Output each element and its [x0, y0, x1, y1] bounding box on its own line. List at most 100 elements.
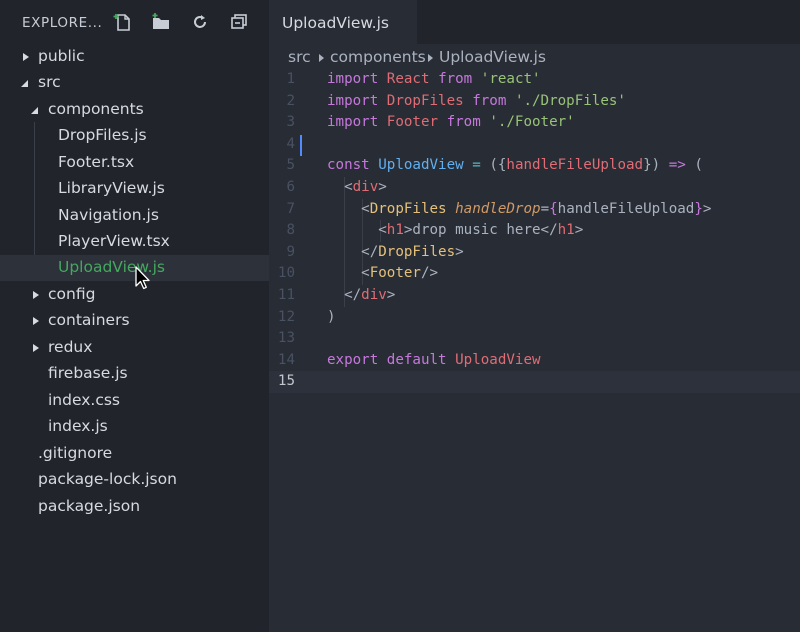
line-number: 3	[286, 114, 295, 131]
code-token: export	[327, 351, 379, 368]
tree-label: index.js	[48, 417, 108, 435]
line-number: 7	[286, 200, 295, 217]
tree-file-libraryview[interactable]: LibraryView.js	[0, 176, 269, 202]
code-token: )	[327, 308, 336, 325]
code-token: UploadView	[378, 157, 464, 174]
code-line[interactable]: 3 import Footer from './Footer'	[269, 112, 800, 134]
new-file-icon[interactable]	[113, 12, 133, 32]
tree-file-index-css[interactable]: index.css	[0, 388, 269, 414]
code-text: <Footer/>	[327, 265, 438, 281]
tree-label: components	[48, 100, 144, 118]
chevron-right-icon	[428, 54, 433, 62]
editor-pane: UploadView.js src components UploadView.…	[269, 0, 800, 632]
code-line[interactable]: 5 const UploadView = ({handleFileUpload})…	[269, 155, 800, 177]
code-token: default	[386, 351, 447, 368]
collapse-all-icon[interactable]	[229, 12, 249, 32]
line-number: 11	[277, 287, 295, 303]
code-token: >	[702, 200, 712, 217]
tree-label: PlayerView.tsx	[58, 232, 170, 250]
line-number: 12	[277, 308, 295, 325]
code-line[interactable]: 10 <Footer/>	[269, 263, 800, 285]
code-token: >drop music here</	[403, 222, 558, 239]
code-line[interactable]: 15	[269, 371, 800, 393]
tree-file-playerview[interactable]: PlayerView.tsx	[0, 229, 269, 255]
tree-label: .gitignore	[38, 444, 113, 462]
tree-file-index-js[interactable]: index.js	[0, 414, 269, 440]
tree-label: containers	[48, 311, 130, 329]
code-token: DropFiles	[378, 243, 456, 260]
code-token: >	[574, 222, 584, 239]
tree-folder-public[interactable]: public	[0, 44, 269, 70]
tree-file-footer[interactable]: Footer.tsx	[0, 150, 269, 176]
line-number: 1	[286, 71, 295, 87]
chevron-right-icon	[32, 316, 40, 326]
code-line[interactable]: 13	[269, 328, 800, 350]
explorer-sidebar: EXPLORE... public src components DropFil…	[0, 0, 269, 632]
tree-file-gitignore[interactable]: .gitignore	[0, 441, 269, 467]
breadcrumb: src components UploadView.js	[269, 46, 800, 68]
code-line[interactable]: 7 <DropFiles handleDrop={handleFileUploa…	[269, 198, 800, 221]
code-line[interactable]: 6 <div>	[269, 177, 800, 199]
code-token: import	[327, 114, 379, 131]
code-token: </	[327, 287, 362, 303]
tab-uploadview[interactable]: UploadView.js	[269, 0, 417, 44]
code-text: import Footer from './Footer'	[327, 114, 575, 130]
tab-label: UploadView.js	[282, 14, 389, 32]
code-line[interactable]: 1 import React from 'react'	[269, 69, 800, 91]
code-token: <	[327, 222, 387, 239]
chevron-down-icon	[21, 78, 29, 88]
breadcrumb-item[interactable]: src	[288, 48, 311, 66]
code-token: </	[327, 243, 379, 260]
code-token: UploadView	[455, 351, 541, 368]
code-token: from	[472, 92, 507, 109]
line-number: 4	[286, 135, 295, 152]
code-line[interactable]: 4	[269, 134, 800, 156]
code-token: div	[352, 179, 379, 195]
chevron-right-icon	[32, 290, 40, 300]
tree-label: public	[38, 47, 85, 65]
line-number: 2	[286, 92, 295, 109]
tree-folder-components[interactable]: components	[0, 97, 269, 123]
tree-file-package-json[interactable]: package.json	[0, 494, 269, 520]
code-token: handleFileUpload	[557, 200, 695, 217]
code-token: handleDrop	[455, 200, 541, 217]
tree-file-package-lock[interactable]: package-lock.json	[0, 467, 269, 493]
code-line[interactable]: 2 import DropFiles from './DropFiles'	[269, 91, 800, 113]
tree-label: redux	[48, 338, 93, 356]
code-token: h1	[386, 222, 404, 239]
tree-file-navigation[interactable]: Navigation.js	[0, 203, 269, 229]
breadcrumb-item[interactable]: components	[330, 48, 426, 66]
code-line[interactable]: 14 export default UploadView	[269, 350, 800, 372]
breadcrumb-item[interactable]: UploadView.js	[439, 48, 546, 66]
code-token: (	[685, 157, 703, 174]
code-line[interactable]: 8 <h1>drop music here</h1>	[269, 220, 800, 242]
mouse-pointer-icon	[135, 266, 150, 290]
tree-folder-redux[interactable]: redux	[0, 335, 269, 361]
code-token: DropFiles	[386, 92, 464, 109]
refresh-icon[interactable]	[190, 12, 210, 32]
code-line[interactable]: 11 </div>	[269, 285, 800, 307]
code-token: const	[327, 157, 370, 174]
code-token: './Footer'	[489, 114, 575, 131]
tree-folder-src[interactable]: src	[0, 70, 269, 96]
code-token: >	[386, 287, 396, 303]
tab-bar: UploadView.js	[269, 0, 800, 44]
tree-folder-containers[interactable]: containers	[0, 308, 269, 334]
code-token: React	[386, 71, 430, 87]
code-line[interactable]: 12)	[269, 307, 800, 329]
new-folder-icon[interactable]	[151, 12, 171, 32]
tree-file-dropfiles[interactable]: DropFiles.js	[0, 123, 269, 149]
code-line[interactable]: 9 </DropFiles>	[269, 241, 800, 264]
tree-file-firebase[interactable]: firebase.js	[0, 361, 269, 387]
code-token: <	[327, 265, 370, 282]
code-token: {	[549, 200, 558, 217]
